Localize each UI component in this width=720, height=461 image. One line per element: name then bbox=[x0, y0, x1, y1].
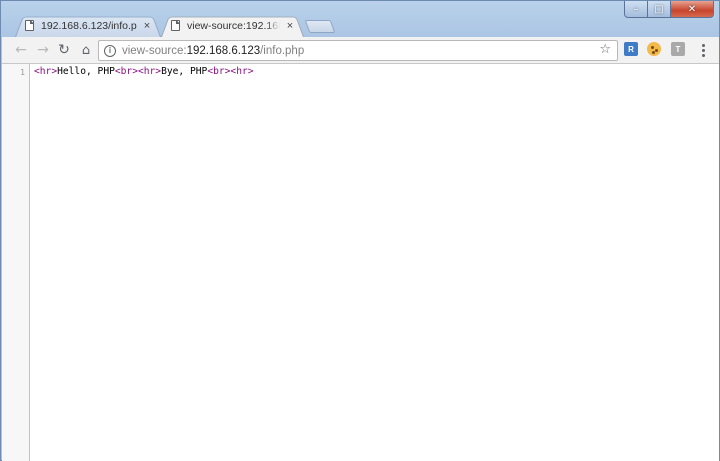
forward-button[interactable]: → bbox=[34, 41, 52, 59]
tab-close-icon[interactable]: × bbox=[141, 20, 153, 32]
line-number: 1 bbox=[20, 68, 25, 77]
page-icon bbox=[25, 20, 34, 31]
window-controls: – □ ✕ bbox=[624, 1, 714, 18]
url-path: /info.php bbox=[260, 44, 305, 57]
minimize-icon: – bbox=[633, 3, 639, 15]
extension-icon[interactable]: T bbox=[671, 42, 685, 56]
html-tag-token: <br> bbox=[207, 66, 231, 77]
tab-title: view-source:192.168.6.123/info.php bbox=[187, 19, 280, 32]
toolbar: ← → ↻ ⌂ i view-source: 192.168.6.123/info… bbox=[2, 37, 719, 64]
source-view: 1 <hr>Hello, PHP<br><hr>Bye, PHP<br><hr> bbox=[2, 64, 719, 461]
tab-close-icon[interactable]: × bbox=[284, 20, 296, 32]
info-icon[interactable]: i bbox=[104, 44, 116, 57]
close-icon: ✕ bbox=[687, 3, 697, 15]
close-window-button[interactable]: ✕ bbox=[671, 1, 714, 18]
minimize-button[interactable]: – bbox=[624, 1, 648, 18]
bookmark-star-icon[interactable]: ☆ bbox=[599, 42, 611, 57]
maximize-button[interactable]: □ bbox=[648, 1, 671, 18]
cookie-extension-icon[interactable] bbox=[647, 42, 661, 56]
source-line: <hr>Hello, PHP<br><hr>Bye, PHP<br><hr> bbox=[34, 66, 254, 77]
page-icon bbox=[171, 20, 180, 31]
url-scheme: view-source: bbox=[122, 44, 187, 57]
tab-title: 192.168.6.123/info.php bbox=[41, 19, 137, 32]
maximize-icon: □ bbox=[654, 3, 664, 15]
new-tab-button[interactable] bbox=[304, 20, 336, 33]
tab-strip: 192.168.6.123/info.php × view-source:192… bbox=[1, 1, 719, 37]
tab-info-php[interactable]: 192.168.6.123/info.php × bbox=[15, 14, 161, 37]
html-tag-token: <hr> bbox=[230, 66, 254, 77]
text-token: Bye, PHP bbox=[161, 66, 208, 77]
browser-window: 192.168.6.123/info.php × view-source:192… bbox=[0, 0, 720, 461]
home-button[interactable]: ⌂ bbox=[77, 41, 95, 59]
html-tag-token: <hr> bbox=[34, 66, 58, 77]
extension-icon[interactable]: R bbox=[624, 42, 638, 56]
reload-button[interactable]: ↻ bbox=[55, 41, 73, 59]
menu-icon[interactable] bbox=[696, 41, 710, 59]
text-token: Hello, PHP bbox=[57, 66, 115, 77]
url-host: 192.168.6.123 bbox=[186, 44, 261, 57]
address-bar[interactable]: i view-source: 192.168.6.123/info.php ☆ bbox=[98, 40, 618, 61]
html-tag-token: <hr> bbox=[137, 66, 162, 77]
back-button[interactable]: ← bbox=[12, 41, 30, 59]
line-number-gutter: 1 bbox=[2, 64, 30, 461]
html-tag-token: <br> bbox=[114, 66, 138, 77]
tab-view-source[interactable]: view-source:192.168.6.123/info.php × bbox=[161, 14, 304, 37]
